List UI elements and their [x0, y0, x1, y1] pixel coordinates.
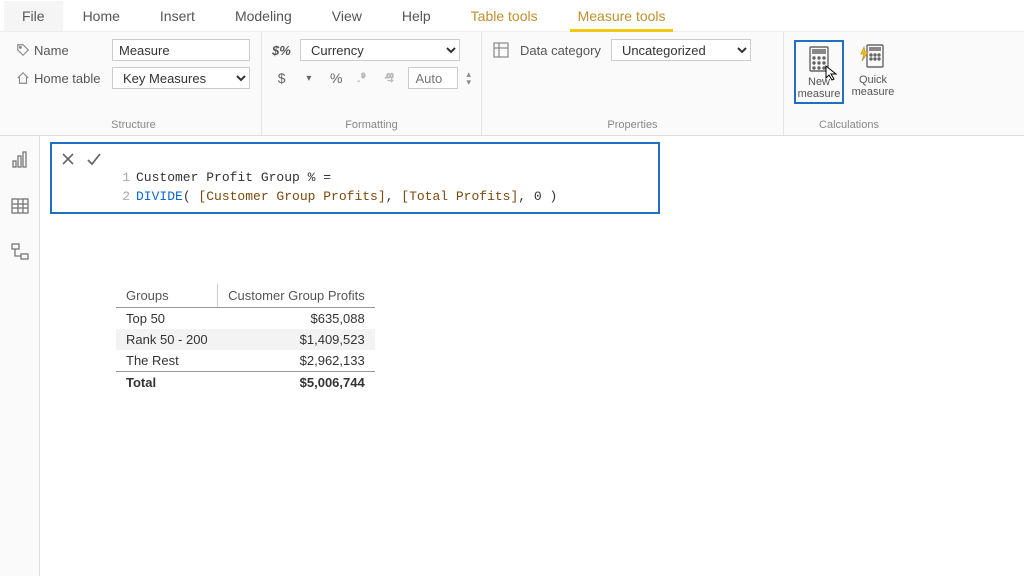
ribbon-group-structure: Name Home table Key Measures Structure — [6, 32, 262, 135]
view-rail — [0, 136, 40, 576]
data-category-label: Data category — [520, 43, 601, 58]
table-visual[interactable]: Groups Customer Group Profits Top 50 $63… — [116, 284, 375, 393]
data-category-select[interactable]: Uncategorized — [611, 39, 751, 61]
quick-measure-button[interactable]: Quick measure — [848, 40, 898, 100]
calculator-icon — [805, 44, 833, 74]
formula-commit-button[interactable] — [84, 149, 104, 169]
home-table-label: Home table — [34, 71, 100, 86]
new-measure-button[interactable]: New measure — [794, 40, 844, 104]
formula-function: DIVIDE — [136, 189, 183, 204]
table-header-groups[interactable]: Groups — [116, 284, 218, 308]
ribbon-group-properties: Data category Uncategorized Properties — [482, 32, 784, 135]
formula-arg-2: [Total Profits] — [401, 189, 518, 204]
home-icon — [16, 71, 30, 85]
formatting-group-label: Formatting — [272, 117, 471, 135]
ribbon: Name Home table Key Measures Structure — [0, 32, 1024, 136]
table-row-total[interactable]: Total $5,006,744 — [116, 372, 375, 394]
percent-button[interactable]: % — [327, 67, 346, 89]
menu-view[interactable]: View — [312, 1, 382, 31]
table-row[interactable]: Top 50 $635,088 — [116, 308, 375, 330]
tag-icon — [16, 43, 30, 57]
report-view-button[interactable] — [6, 146, 34, 174]
formula-cancel-button[interactable] — [58, 149, 78, 169]
ribbon-group-formatting: $% Currency $ ▾ % 9 .00 ▴▾ Formatting — [262, 32, 482, 135]
menu-home[interactable]: Home — [63, 1, 140, 31]
currency-dropdown-icon[interactable]: ▾ — [299, 67, 318, 89]
data-category-icon — [492, 41, 510, 59]
formula-arg-1: [Customer Group Profits] — [198, 189, 385, 204]
model-view-button[interactable] — [6, 238, 34, 266]
table-row[interactable]: The Rest $2,962,133 — [116, 350, 375, 372]
formula-line-1: Customer Profit Group % = — [136, 170, 331, 185]
name-input[interactable] — [112, 39, 250, 61]
quick-measure-label: Quick measure — [850, 74, 896, 98]
menu-insert[interactable]: Insert — [140, 1, 215, 31]
calculations-group-label: Calculations — [794, 117, 904, 135]
name-label: Name — [34, 43, 69, 58]
structure-group-label: Structure — [16, 117, 251, 135]
menu-bar: File Home Insert Modeling View Help Tabl… — [0, 0, 1024, 32]
properties-group-label: Properties — [492, 117, 773, 135]
line-number-1: 1 — [116, 168, 130, 188]
format-icon: $% — [272, 43, 294, 58]
data-view-button[interactable] — [6, 192, 34, 220]
decimal-decrease-button[interactable]: .00 — [381, 67, 400, 89]
home-table-select[interactable]: Key Measures — [112, 67, 250, 89]
format-select[interactable]: Currency — [300, 39, 460, 61]
menu-help[interactable]: Help — [382, 1, 451, 31]
menu-measure-tools[interactable]: Measure tools — [558, 1, 686, 31]
ribbon-group-calculations: New measure Quick measure Calculations — [784, 32, 914, 135]
menu-modeling[interactable]: Modeling — [215, 1, 312, 31]
menu-table-tools[interactable]: Table tools — [451, 1, 558, 31]
quick-measure-icon — [859, 42, 887, 72]
decimals-stepper-icon[interactable]: ▴▾ — [466, 70, 471, 86]
svg-text:9: 9 — [361, 73, 365, 80]
formula-bar[interactable]: 1Customer Profit Group % = 2DIVIDE( [Cus… — [50, 142, 660, 214]
decimals-input[interactable] — [408, 67, 458, 89]
new-measure-label: New measure — [798, 76, 841, 100]
line-number-2: 2 — [116, 187, 130, 207]
table-row[interactable]: Rank 50 - 200 $1,409,523 — [116, 329, 375, 350]
formula-editor[interactable]: 1Customer Profit Group % = 2DIVIDE( [Cus… — [104, 148, 557, 226]
menu-file[interactable]: File — [4, 1, 63, 31]
thousands-button[interactable]: 9 — [354, 67, 373, 89]
currency-button[interactable]: $ — [272, 67, 291, 89]
table-header-profits[interactable]: Customer Group Profits — [218, 284, 375, 308]
svg-text:.00: .00 — [385, 73, 394, 80]
